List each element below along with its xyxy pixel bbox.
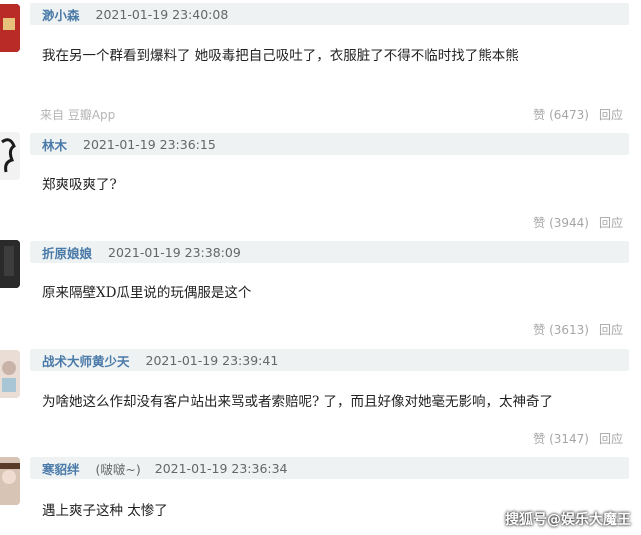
reply-button[interactable]: 回应 (599, 321, 623, 338)
avatar[interactable] (0, 350, 20, 398)
comment-actions: 赞 (3147) 回应 (533, 430, 623, 447)
username[interactable]: 林木 (42, 135, 67, 154)
comment-text: 原来隔壁XD瓜里说的玩偶服是这个 (42, 285, 252, 301)
username[interactable]: 折原娘娘 (42, 243, 92, 262)
comment-header: 折原娘娘 2021-01-19 23:38:09 (30, 241, 629, 263)
avatar-image (0, 457, 20, 505)
avatar[interactable] (0, 457, 20, 505)
comment-source: 来自 豆瓣App (40, 108, 116, 122)
comment-actions: 赞 (6473) 回应 (533, 106, 623, 123)
avatar[interactable] (0, 4, 20, 52)
comment-text: 为啥她这么作却没有客户站出来骂或者索赔呢? 了，而且好像对她毫无影响，太神奇了 (42, 394, 554, 410)
avatar-image (0, 132, 20, 180)
comment-text: 郑爽吸爽了? (42, 177, 117, 193)
timestamp: 2021-01-19 23:40:08 (95, 6, 229, 22)
avatar[interactable] (0, 240, 20, 288)
comment-text: 我在另一个群看到爆料了 她吸毒把自己吸吐了，衣服脏了不得不临时找了熊本熊 (42, 48, 519, 64)
like-button[interactable]: 赞 (3147) (533, 430, 589, 447)
timestamp: 2021-01-19 23:36:34 (154, 460, 288, 476)
avatar-image (0, 240, 20, 288)
timestamp: 2021-01-19 23:38:09 (108, 244, 241, 260)
avatar-image (0, 350, 20, 398)
comment-header: 寒貂绊 (啵啵~) 2021-01-19 23:36:34 (30, 457, 629, 479)
comment-header: 渺小森 2021-01-19 23:40:08 (30, 3, 629, 25)
comment-header: 林木 2021-01-19 23:36:15 (30, 133, 629, 155)
comment-actions: 赞 (3944) 回应 (533, 214, 623, 231)
like-button[interactable]: 赞 (3944) (533, 214, 589, 231)
timestamp: 2021-01-19 23:39:41 (145, 352, 279, 368)
comment-header: 战术大师黄少天 2021-01-19 23:39:41 (30, 349, 629, 371)
username[interactable]: 寒貂绊 (42, 459, 80, 478)
watermark: 搜狐号@娱乐大魔王 (505, 512, 631, 528)
reply-button[interactable]: 回应 (599, 106, 623, 123)
like-button[interactable]: 赞 (3613) (533, 321, 589, 338)
username[interactable]: 战术大师黄少天 (42, 351, 130, 370)
reply-button[interactable]: 回应 (599, 430, 623, 447)
comment-actions: 赞 (3613) 回应 (533, 321, 623, 338)
username-suffix: (啵啵~) (95, 461, 141, 477)
avatar[interactable] (0, 132, 20, 180)
like-button[interactable]: 赞 (6473) (533, 106, 589, 123)
username[interactable]: 渺小森 (42, 5, 80, 24)
timestamp: 2021-01-19 23:36:15 (83, 136, 216, 152)
avatar-image (0, 4, 20, 52)
reply-button[interactable]: 回应 (599, 214, 623, 231)
